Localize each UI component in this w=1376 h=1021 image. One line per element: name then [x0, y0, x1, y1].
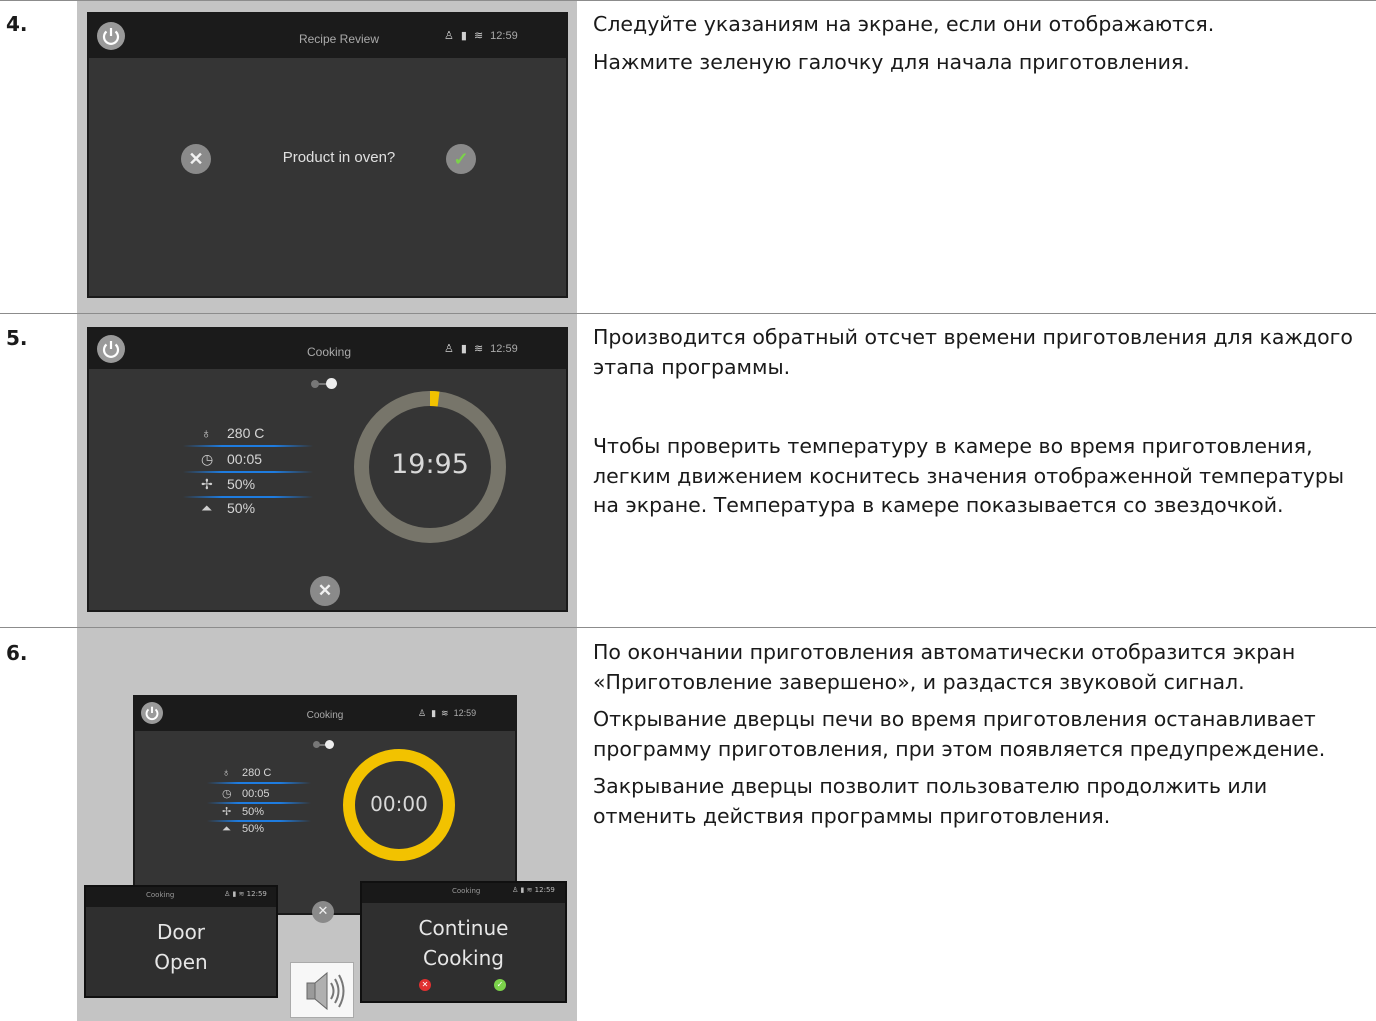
oven-screen: Recipe Review ♙ ▮ ≋ 12:59 ✕ Product in oven…: [87, 12, 568, 298]
x-icon: ✕: [317, 904, 329, 919]
screen-topbar: Recipe Review ♙ ▮ ≋ 12:59: [89, 14, 566, 58]
page-indicator[interactable]: [311, 377, 341, 389]
popup-topbar: Cooking ♙ ▮ ≋ 12:59: [362, 883, 565, 903]
param-temperature[interactable]: ♁ 280 C: [222, 767, 271, 779]
popup-status: ♙ ▮ ≋ 12:59: [512, 886, 555, 894]
wifi-icon: ≋: [473, 343, 484, 355]
x-icon: ✕: [421, 980, 429, 989]
lock-icon: ▮: [431, 708, 437, 718]
screenshot-frame: Cooking ♙ ▮ ≋ 12:59 ♁ 280 C ◷ 00:05 ✢ 50% ⏶ 50%…: [77, 314, 577, 627]
screen-title: Cooking: [306, 345, 352, 359]
fan-icon: ✢: [222, 806, 232, 818]
steam-icon: ⏶: [222, 823, 231, 835]
page-dot-active: [326, 378, 337, 389]
step-paragraph: По окончании приготовления автоматически…: [593, 640, 1296, 694]
step-number: 5.: [6, 326, 28, 350]
param-underline: [183, 445, 313, 447]
power-icon[interactable]: [141, 702, 163, 724]
popup-title: Cooking: [452, 887, 481, 895]
screen-topbar: Cooking ♙ ▮ ≋ 12:59: [89, 329, 566, 369]
clock: 12:59: [490, 343, 518, 355]
lock-icon: ▮: [460, 30, 467, 42]
param-underline: [207, 802, 311, 804]
step-description: Производится обратный отсчет времени при…: [593, 323, 1368, 521]
speaker-icon: [290, 962, 354, 1018]
clock: 12:59: [490, 30, 518, 42]
step-paragraph: Чтобы проверить температуру в камере во …: [593, 434, 1345, 517]
confirm-button[interactable]: ✓: [446, 144, 476, 174]
clock-icon: ◷: [201, 451, 214, 467]
screen-title: Cooking: [306, 710, 344, 721]
oven-screen: Cooking ♙ ▮ ≋ 12:59 ♁ 280 C ◷ 00:05 ✢ 50% ⏶ 50%…: [87, 327, 568, 612]
countdown-timer: 00:00: [370, 792, 428, 816]
param-underline: [207, 820, 311, 822]
param-fan[interactable]: ✢ 50%: [201, 476, 255, 493]
user-icon: ♙: [444, 343, 454, 355]
step-description: Следуйте указаниям на экране, если они о…: [593, 10, 1368, 77]
param-temperature[interactable]: ♁ 280 C: [201, 425, 264, 441]
step-paragraph: Открывание дверцы печи во время приготов…: [593, 707, 1326, 761]
cancel-button[interactable]: ✕: [312, 901, 334, 923]
param-time[interactable]: ◷ 00:05: [201, 451, 262, 468]
continue-cooking-popup: Cooking ♙ ▮ ≋ 12:59 Continue Cooking ✕ ✓: [360, 881, 567, 1003]
thermometer-icon: ♁: [222, 767, 231, 779]
door-open-popup: Cooking ♙ ▮ ≋ 12:59 Door Open: [84, 885, 278, 998]
wifi-icon: ≋: [473, 30, 484, 42]
status-bar: ♙ ▮ ≋ 12:59: [418, 708, 476, 719]
param-underline: [183, 496, 313, 498]
power-icon[interactable]: [97, 335, 125, 363]
clock: 12:59: [453, 708, 477, 718]
step-description: По окончании приготовления автоматически…: [593, 638, 1368, 831]
check-icon: ✓: [453, 149, 469, 169]
confirm-button[interactable]: ✓: [494, 979, 506, 991]
page-indicator[interactable]: [313, 739, 339, 749]
prompt-text: Product in oven?: [282, 149, 396, 166]
param-humidity[interactable]: ⏶ 50%: [222, 823, 264, 836]
step-paragraph: Нажмите зеленую галочку для начала приго…: [593, 49, 1190, 74]
thermometer-icon: ♁: [201, 425, 212, 441]
x-icon: ✕: [188, 149, 204, 169]
param-underline: [207, 782, 311, 784]
step-paragraph: Производится обратный отсчет времени при…: [593, 325, 1353, 379]
power-icon[interactable]: [97, 22, 125, 50]
user-icon: ♙: [418, 708, 427, 718]
step-paragraph: Закрывание дверцы позволит пользователю …: [593, 774, 1268, 828]
screenshot-frame: Recipe Review ♙ ▮ ≋ 12:59 ✕ Product in oven…: [77, 1, 577, 313]
x-icon: ✕: [317, 581, 333, 600]
wifi-icon: ≋: [441, 708, 449, 718]
page-dot-active: [325, 740, 334, 749]
popup-message: Door Open: [154, 920, 208, 974]
steam-icon: ⏶: [201, 500, 213, 516]
cancel-button[interactable]: ✕: [419, 979, 431, 991]
popup-message: Continue Cooking: [418, 916, 509, 970]
param-fan[interactable]: ✢ 50%: [222, 805, 264, 818]
user-icon: ♙: [444, 30, 454, 42]
popup-title: Cooking: [146, 891, 175, 899]
param-underline: [183, 471, 313, 473]
step-number: 4.: [6, 12, 28, 36]
check-icon: ✓: [496, 980, 504, 989]
popup-topbar: Cooking ♙ ▮ ≋ 12:59: [86, 887, 276, 907]
fan-icon: ✢: [201, 476, 213, 492]
clock-icon: ◷: [222, 788, 232, 800]
cancel-button[interactable]: ✕: [310, 576, 340, 606]
popup-status: ♙ ▮ ≋ 12:59: [224, 890, 267, 898]
param-humidity[interactable]: ⏶ 50%: [201, 500, 255, 517]
screen-topbar: Cooking ♙ ▮ ≋ 12:59: [135, 697, 515, 731]
countdown-timer: 19:95: [391, 449, 469, 480]
status-bar: ♙ ▮ ≋ 12:59: [444, 342, 518, 355]
screen-title: Recipe Review: [298, 32, 380, 46]
cancel-button[interactable]: ✕: [181, 144, 211, 174]
lock-icon: ▮: [460, 343, 467, 355]
param-time[interactable]: ◷ 00:05: [222, 787, 270, 800]
screenshot-frame: Cooking ♙ ▮ ≋ 12:59 ♁ 280 C ◷ 00:05 ✢ 50% ⏶ 50%…: [77, 628, 577, 1021]
step-number: 6.: [6, 641, 28, 665]
step-paragraph: Следуйте указаниям на экране, если они о…: [593, 12, 1215, 36]
status-bar: ♙ ▮ ≋ 12:59: [444, 29, 518, 42]
